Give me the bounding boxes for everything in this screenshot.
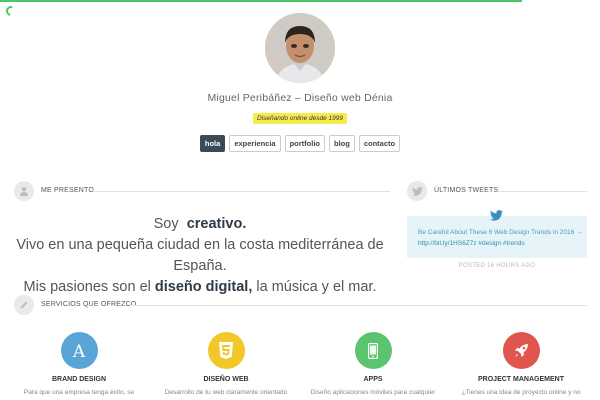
section-divider — [497, 191, 587, 192]
user-icon — [14, 181, 34, 201]
section-divider — [94, 191, 390, 192]
about-heading: ME PRESENTO — [41, 187, 95, 194]
intro-highlight-creativo: creativo. — [186, 216, 247, 232]
tweet-text: Be Careful About These 6 Web Design Tren… — [418, 229, 583, 247]
nav-item-experiencia[interactable]: experiencia — [229, 135, 281, 152]
avatar — [265, 13, 335, 83]
tweets-heading: ÚLTIMOS TWEETS — [434, 187, 499, 194]
tweet-hashtags[interactable]: #design #trends — [478, 240, 524, 247]
nav-item-hola[interactable]: hola — [199, 135, 226, 152]
svg-text:A: A — [72, 342, 86, 361]
service-diseno-web[interactable]: DISEÑO WEB Desarrollo de tu web claramen… — [156, 332, 296, 396]
tweet-link[interactable]: http://bit.ly/1HS6Z7z — [418, 240, 477, 247]
letter-a-icon: A — [60, 332, 98, 369]
intro-line-1: Soy creativo. — [153, 216, 247, 232]
service-title: APPS — [363, 376, 383, 383]
nav-item-contacto[interactable]: contacto — [358, 135, 401, 152]
html5-icon — [207, 332, 245, 369]
twitter-icon — [407, 181, 427, 201]
tagline-badge: Diseñando online desde 1999 — [252, 113, 347, 124]
service-brand-design[interactable]: A BRAND DESIGN Para que una empresa teng… — [9, 332, 149, 396]
service-description: Diseño aplicaciones móviles para cualqui… — [310, 389, 436, 396]
service-title: PROJECT MANAGEMENT — [478, 376, 564, 383]
pencil-icon — [14, 295, 34, 315]
about-section-header: ME PRESENTO — [14, 181, 390, 201]
twitter-bird-icon — [490, 210, 503, 221]
tweets-section-header: ÚLTIMOS TWEETS — [407, 181, 587, 201]
tweet-timestamp: POSTED 16 HOURS AGO — [458, 263, 536, 269]
loading-spinner-icon — [4, 4, 18, 18]
nav-item-blog[interactable]: blog — [329, 135, 355, 152]
intro-line-2: Vivo en una pequeña ciudad en la costa m… — [16, 237, 384, 274]
main-nav: hola experiencia portfolio blog contacto — [0, 135, 600, 152]
services-section-header: SERVICIOS QUE OFREZCO — [14, 295, 587, 315]
site-title: Miguel Peribáñez – Diseño web Dénia — [207, 92, 393, 104]
rocket-icon — [502, 332, 540, 369]
page-loading-bar — [0, 0, 600, 2]
service-description: Para que una empresa tenga éxito, se — [23, 389, 135, 396]
services-heading: SERVICIOS QUE OFREZCO — [41, 301, 137, 308]
profile-photo — [265, 13, 335, 83]
service-description: ¿Tienes una idea de proyecto online y no — [461, 389, 581, 396]
nav-item-portfolio[interactable]: portfolio — [284, 135, 326, 152]
service-apps[interactable]: APPS Diseño aplicaciones móviles para cu… — [303, 332, 443, 396]
service-title: BRAND DESIGN — [51, 376, 107, 383]
section-divider — [132, 305, 587, 306]
service-title: DISEÑO WEB — [203, 376, 249, 383]
service-project-management[interactable]: PROJECT MANAGEMENT ¿Tienes una idea de p… — [451, 332, 591, 396]
service-description: Desarrollo de tu web claramente orientad… — [164, 389, 288, 396]
intro-highlight-diseno: diseño digital, — [154, 279, 253, 295]
page-loading-bar-fill — [0, 0, 522, 2]
intro-text: Soy creativo. Vivo en una pequeña ciudad… — [0, 214, 400, 298]
mobile-icon — [354, 332, 392, 369]
